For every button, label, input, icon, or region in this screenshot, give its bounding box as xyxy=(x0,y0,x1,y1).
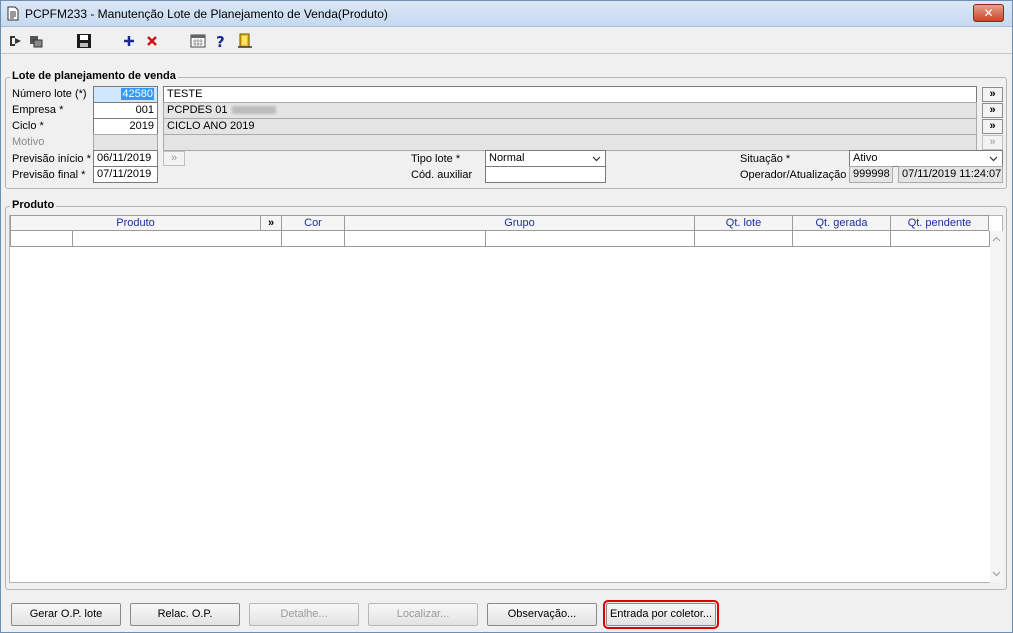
localizar-button: Localizar... xyxy=(368,603,478,626)
ciclo-input[interactable]: 2019 xyxy=(93,118,158,135)
grid-cell-qt-pendente[interactable] xyxy=(891,231,990,247)
relac-op-button[interactable]: Relac. O.P. xyxy=(130,603,240,626)
motivo-lookup-button: » xyxy=(982,135,1003,150)
detalhe-button: Detalhe... xyxy=(249,603,359,626)
previsao-inicio-label: Previsão início * xyxy=(12,153,91,165)
document-icon xyxy=(7,6,19,21)
previsao-final-label: Previsão final * xyxy=(12,169,86,181)
ciclo-label: Ciclo * xyxy=(12,120,44,132)
close-button[interactable]: ✕ xyxy=(973,4,1004,22)
exit-door-icon[interactable] xyxy=(237,33,253,49)
svg-text:?: ? xyxy=(216,33,225,49)
entrada-por-coletor-button[interactable]: Entrada por coletor... xyxy=(603,600,719,629)
delete-icon[interactable] xyxy=(144,33,160,49)
title-bar: PCPFM233 - Manutenção Lote de Planejamen… xyxy=(1,1,1012,27)
situacao-label: Situação * xyxy=(740,153,791,165)
grid-cell-qt-gerada[interactable] xyxy=(793,231,891,247)
empresa-label: Empresa * xyxy=(12,104,64,116)
operador-value: 999998 xyxy=(849,166,893,183)
grid-cell-produto-code[interactable] xyxy=(10,231,73,247)
ciclo-lookup-button[interactable]: » xyxy=(982,119,1003,134)
column-header-grupo[interactable]: Grupo xyxy=(345,215,695,231)
help-icon[interactable]: ? xyxy=(213,33,229,49)
grid-cell-grupo-desc[interactable] xyxy=(486,231,695,247)
motivo-input xyxy=(93,134,158,151)
scroll-up-icon[interactable] xyxy=(992,236,1001,243)
tipo-lote-select[interactable]: Normal xyxy=(485,150,606,167)
redacted-text xyxy=(231,106,276,115)
situacao-select[interactable]: Ativo xyxy=(849,150,1003,167)
save-icon[interactable] xyxy=(76,33,92,49)
numero-lote-input[interactable]: 42580 xyxy=(93,86,158,103)
situacao-value: Ativo xyxy=(853,152,878,164)
grid-cell-cor[interactable] xyxy=(282,231,345,247)
grid-cell-grupo-code[interactable] xyxy=(345,231,486,247)
column-header-produto[interactable]: Produto xyxy=(10,215,261,231)
column-header-qt-lote[interactable]: Qt. lote xyxy=(695,215,793,231)
observacao-button[interactable]: Observação... xyxy=(487,603,597,626)
lote-group-label: Lote de planejamento de venda xyxy=(10,70,178,82)
empresa-input[interactable]: 001 xyxy=(93,102,158,119)
calendar-icon[interactable] xyxy=(190,33,206,49)
numero-lote-value: 42580 xyxy=(121,88,154,100)
add-icon[interactable] xyxy=(121,33,137,49)
window-title: PCPFM233 - Manutenção Lote de Planejamen… xyxy=(25,7,388,21)
numero-lote-label: Número lote (*) xyxy=(12,88,87,100)
chevron-down-icon xyxy=(989,156,998,162)
first-record-icon[interactable] xyxy=(8,33,24,49)
cod-auxiliar-label: Cód. auxiliar xyxy=(411,169,473,181)
chevron-down-icon xyxy=(592,156,601,162)
empresa-lookup-button[interactable]: » xyxy=(982,103,1003,118)
previsao-inicio-date-button[interactable]: » xyxy=(163,151,185,166)
motivo-label: Motivo xyxy=(12,136,45,148)
produto-grid xyxy=(9,215,1003,583)
toolbar: ? xyxy=(1,28,1012,54)
previsao-inicio-input[interactable]: 06/11/2019 xyxy=(93,150,158,167)
ciclo-desc: CICLO ANO 2019 xyxy=(163,118,977,135)
gerar-op-lote-button[interactable]: Gerar O.P. lote xyxy=(11,603,121,626)
scroll-down-icon[interactable] xyxy=(992,570,1001,577)
motivo-desc xyxy=(163,134,977,151)
column-header-produto-lookup[interactable]: » xyxy=(261,215,282,231)
grid-vertical-scrollbar[interactable] xyxy=(990,231,1003,583)
previsao-final-input[interactable]: 07/11/2019 xyxy=(93,166,158,183)
column-header-qt-pendente[interactable]: Qt. pendente xyxy=(891,215,989,231)
grid-cell-qt-lote[interactable] xyxy=(695,231,793,247)
numero-lote-desc[interactable]: TESTE xyxy=(163,86,977,103)
produto-group-label: Produto xyxy=(10,199,57,211)
numero-lote-lookup-button[interactable]: » xyxy=(982,87,1003,102)
operador-label: Operador/Atualização xyxy=(740,169,847,181)
empresa-desc: PCPDES 01 xyxy=(163,102,977,119)
last-record-icon[interactable] xyxy=(28,33,44,49)
column-header-qt-gerada[interactable]: Qt. gerada xyxy=(793,215,891,231)
column-header-cor[interactable]: Cor xyxy=(282,215,345,231)
grid-cell-produto-desc[interactable] xyxy=(73,231,282,247)
cod-auxiliar-input[interactable] xyxy=(485,166,606,183)
atualizacao-timestamp: 07/11/2019 11:24:07 xyxy=(898,166,1003,183)
main-window: PCPFM233 - Manutenção Lote de Planejamen… xyxy=(0,0,1013,633)
tipo-lote-label: Tipo lote * xyxy=(411,153,461,165)
tipo-lote-value: Normal xyxy=(489,152,525,164)
empresa-desc-text: PCPDES 01 xyxy=(167,104,228,116)
